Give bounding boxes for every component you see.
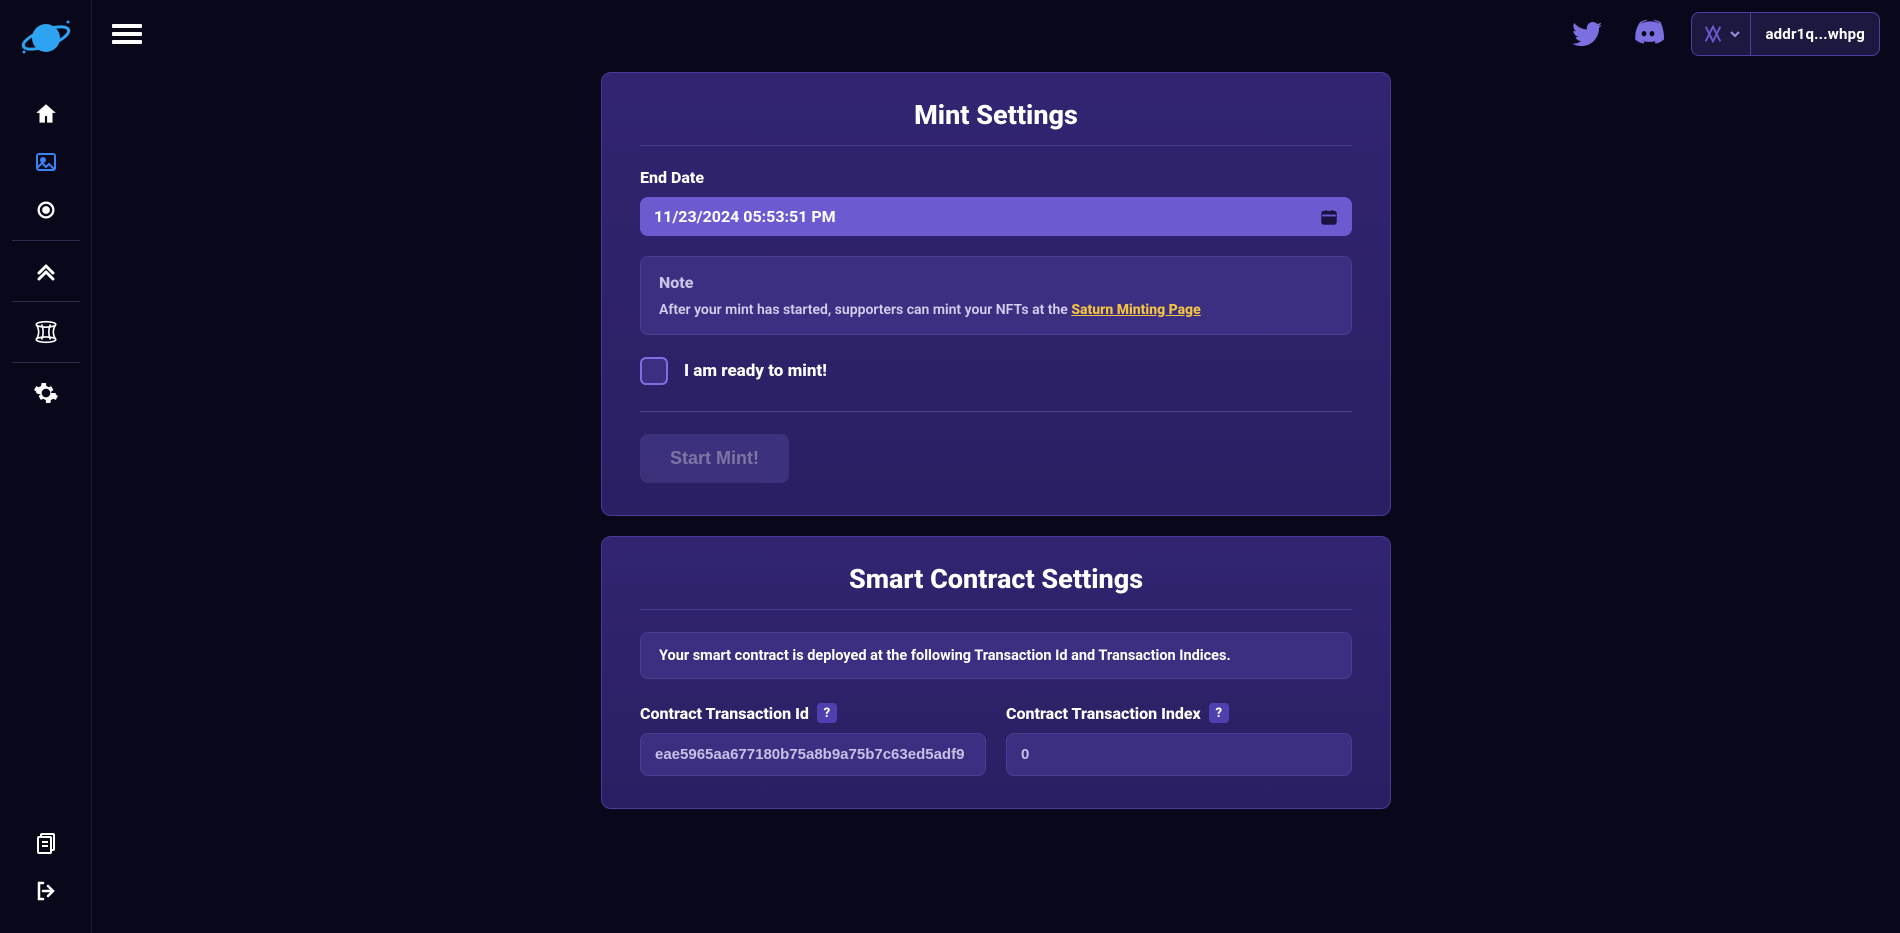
- sidebar: [0, 0, 92, 933]
- end-date-value: 11/23/2024 05:53:51 PM: [654, 207, 836, 226]
- nav-logout[interactable]: [22, 867, 70, 915]
- nav-target[interactable]: [22, 186, 70, 234]
- menu-toggle-icon[interactable]: [100, 13, 154, 55]
- end-date-label: End Date: [640, 168, 1352, 187]
- divider: [640, 145, 1352, 146]
- smart-contract-card: Smart Contract Settings Your smart contr…: [601, 536, 1391, 809]
- wallet-network-icon[interactable]: [1692, 13, 1751, 55]
- contract-info-box: Your smart contract is deployed at the f…: [640, 632, 1352, 679]
- ready-checkbox-label: I am ready to mint!: [684, 361, 827, 381]
- nav-settings[interactable]: [22, 369, 70, 417]
- wallet-address[interactable]: addr1q...whpg: [1751, 25, 1879, 43]
- discord-icon[interactable]: [1629, 15, 1667, 53]
- chevron-down-icon: [1730, 29, 1740, 39]
- note-box: Note After your mint has started, suppor…: [640, 256, 1352, 335]
- tx-id-input[interactable]: [640, 733, 986, 776]
- ready-checkbox[interactable]: [640, 357, 668, 385]
- nav-wormhole[interactable]: [22, 308, 70, 356]
- mint-settings-card: Mint Settings End Date 11/23/2024 05:53:…: [601, 72, 1391, 516]
- mint-settings-title: Mint Settings: [640, 99, 1352, 131]
- divider: [640, 609, 1352, 610]
- note-link[interactable]: Saturn Minting Page: [1071, 302, 1200, 318]
- app-logo[interactable]: [16, 16, 76, 60]
- wallet-selector[interactable]: addr1q...whpg: [1691, 12, 1880, 56]
- nav-home[interactable]: [22, 90, 70, 138]
- divider: [640, 411, 1352, 412]
- tx-index-label: Contract Transaction Index: [1006, 704, 1201, 723]
- content-scroll[interactable]: Mint Settings End Date 11/23/2024 05:53:…: [92, 68, 1900, 933]
- help-icon[interactable]: ?: [1209, 703, 1229, 723]
- start-mint-button[interactable]: Start Mint!: [640, 434, 789, 483]
- nav-divider: [12, 240, 80, 241]
- tx-index-input[interactable]: [1006, 733, 1352, 776]
- twitter-icon[interactable]: [1569, 16, 1605, 52]
- smart-contract-title: Smart Contract Settings: [640, 563, 1352, 595]
- nav-image[interactable]: [22, 138, 70, 186]
- note-text: After your mint has started, supporters …: [659, 302, 1333, 318]
- nav-up[interactable]: [22, 247, 70, 295]
- end-date-input[interactable]: 11/23/2024 05:53:51 PM: [640, 197, 1352, 236]
- nav-divider: [12, 362, 80, 363]
- nav-divider: [12, 301, 80, 302]
- tx-id-label: Contract Transaction Id: [640, 704, 809, 723]
- topbar: addr1q...whpg: [92, 0, 1900, 68]
- note-heading: Note: [659, 273, 1333, 292]
- nav-docs[interactable]: [22, 819, 70, 867]
- help-icon[interactable]: ?: [817, 703, 837, 723]
- calendar-icon: [1320, 208, 1338, 226]
